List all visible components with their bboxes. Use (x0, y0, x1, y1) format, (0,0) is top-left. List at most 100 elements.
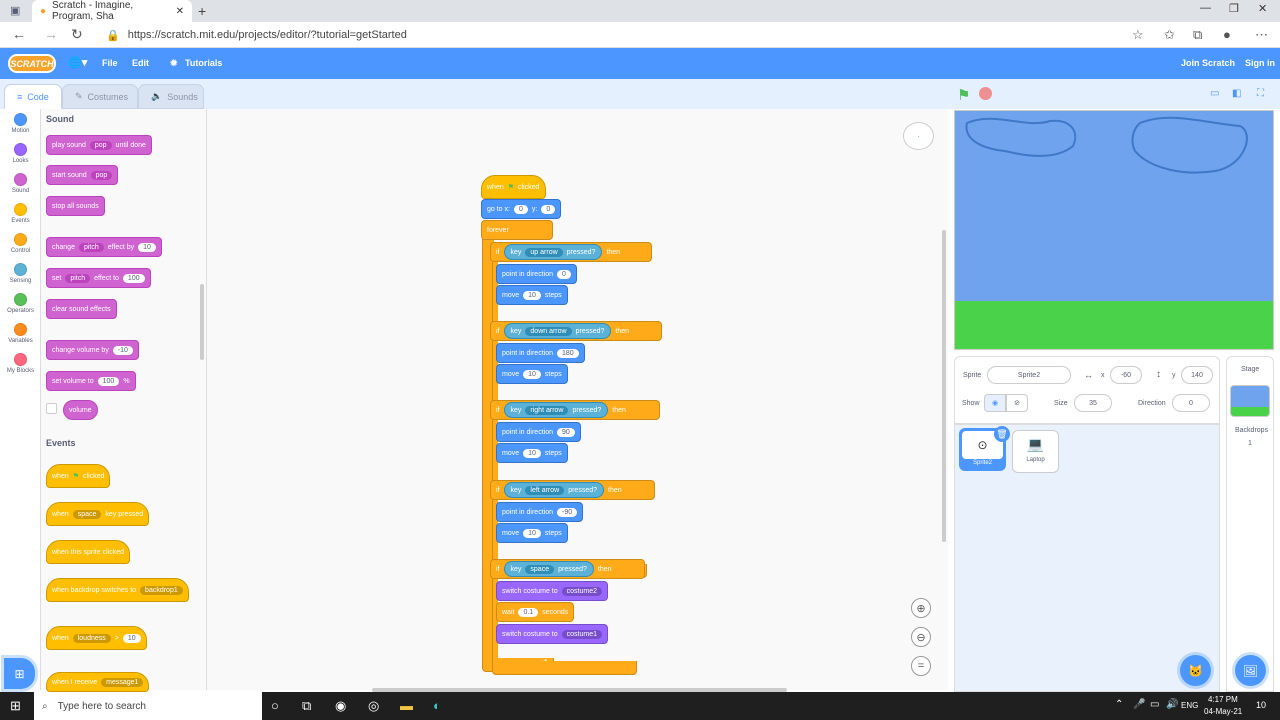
key-pressed-sensing-block[interactable]: key down arrow pressed? (503, 323, 612, 339)
windows-start-icon[interactable]: ⊞ (10, 698, 21, 714)
chrome-icon[interactable]: ◉ (335, 698, 346, 714)
key-pressed-sensing-block[interactable]: key space pressed? (503, 561, 594, 577)
point-in-direction-block[interactable]: point in direction -90 (496, 502, 584, 522)
steps-input[interactable]: 10 (523, 290, 541, 300)
small-stage-icon[interactable]: ▭ (1210, 88, 1219, 99)
battery-icon[interactable]: ▭ (1150, 699, 1159, 710)
sprite-direction-input[interactable]: 0 (1172, 394, 1210, 412)
tab-costumes[interactable]: ✎ Costumes (62, 84, 138, 109)
key-pressed-sensing-block[interactable]: key up arrow pressed? (503, 244, 603, 260)
key-dropdown[interactable]: left arrow (525, 485, 565, 495)
stage-canvas[interactable] (954, 110, 1274, 350)
category-my-blocks[interactable]: My Blocks (0, 353, 41, 374)
point-in-direction-block[interactable]: point in direction 180 (496, 343, 585, 363)
notification-count[interactable]: 10 (1256, 700, 1266, 710)
if-block[interactable]: if key right arrow pressed? then (490, 400, 660, 420)
choose-sprite-icon[interactable]: 🐱 (1180, 655, 1211, 686)
start-sound-block[interactable]: start sound pop (46, 165, 119, 185)
key-dropdown[interactable]: up arrow (525, 247, 563, 257)
steps-input[interactable]: 10 (523, 448, 541, 458)
tab-code[interactable]: ≡ Code (4, 84, 62, 109)
key-dropdown[interactable]: down arrow (525, 326, 572, 336)
direction-input[interactable]: 90 (556, 427, 575, 437)
costume-dropdown[interactable]: costume2 (561, 586, 602, 596)
play-sound-until-done-block[interactable]: play sound pop until done (46, 135, 152, 155)
volume-reporter[interactable]: volume (63, 400, 98, 420)
zoom-out-icon[interactable]: ⊖ (911, 627, 931, 647)
favorite-add-icon[interactable]: ☆ (1132, 27, 1144, 43)
edge-icon[interactable]: ◐ (433, 698, 441, 713)
set-volume-block[interactable]: set volume to 100% (46, 371, 136, 391)
clock-time[interactable]: 4:17 PM (1208, 695, 1238, 704)
collections-icon[interactable]: ⧉ (1193, 27, 1202, 43)
when-flag-clicked-hat[interactable]: when ⚑ clicked (481, 175, 546, 199)
cortana-icon[interactable]: ○ (271, 698, 279, 713)
zoom-in-icon[interactable]: ⊕ (911, 598, 931, 618)
key-dropdown[interactable]: space (525, 564, 555, 574)
green-flag-icon[interactable]: ⚑ (957, 86, 970, 104)
steps-input[interactable]: 10 (523, 528, 541, 538)
sensor-dropdown[interactable]: loudness (72, 633, 111, 643)
point-in-direction-block[interactable]: point in direction 90 (496, 422, 581, 442)
show-hidden-icon[interactable]: ⊘ (1006, 394, 1028, 412)
backdrop-dropdown[interactable]: backdrop1 (140, 585, 183, 595)
language-indicator[interactable]: ENG (1181, 701, 1198, 710)
switch-costume-block[interactable]: switch costume to costume1 (496, 624, 608, 644)
if-block[interactable]: if key left arrow pressed? then (490, 480, 655, 500)
number-input[interactable]: 100 (122, 273, 145, 283)
task-view-icon[interactable]: ⧉ (302, 698, 311, 714)
when-key-pressed-block[interactable]: when space key pressed (46, 502, 150, 526)
steps-input[interactable]: 10 (523, 369, 541, 379)
switch-costume-block[interactable]: switch costume to costume2 (496, 581, 608, 601)
stage-thumbnail[interactable] (1230, 385, 1270, 417)
direction-input[interactable]: 0 (556, 269, 571, 279)
point-in-direction-block[interactable]: point in direction 0 (496, 264, 577, 284)
effect-dropdown[interactable]: pitch (78, 242, 104, 252)
number-input[interactable]: 10 (138, 242, 156, 252)
x-input[interactable]: 0 (513, 204, 528, 214)
profile-icon[interactable]: ● (1223, 27, 1231, 42)
move-steps-block[interactable]: move 10 steps (496, 443, 568, 463)
volume-icon[interactable]: 🔊 (1166, 699, 1178, 710)
move-steps-block[interactable]: move 10 steps (496, 364, 568, 384)
key-dropdown[interactable]: right arrow (525, 405, 569, 415)
set-effect-block[interactable]: set pitch effect to 100 (46, 268, 151, 288)
sign-in-link[interactable]: Sign in (1245, 58, 1275, 68)
tab-sounds[interactable]: 🔈 Sounds (138, 84, 204, 109)
when-i-receive-block[interactable]: when I receive message1 (46, 672, 150, 692)
sprite-size-input[interactable]: 35 (1074, 394, 1112, 412)
url-field[interactable]: 🔒 https://scratch.mit.edu/projects/edito… (106, 25, 1136, 45)
category-looks[interactable]: Looks (0, 143, 41, 164)
direction-input[interactable]: 180 (556, 348, 579, 358)
category-motion[interactable]: Motion (0, 113, 41, 134)
sound-dropdown[interactable]: pop (89, 140, 112, 150)
clear-sound-effects-block[interactable]: clear sound effects (46, 299, 117, 319)
language-globe-icon[interactable]: 🌐▾ (68, 56, 87, 69)
category-variables[interactable]: Variables (0, 323, 41, 344)
minimize-icon[interactable]: — (1200, 2, 1211, 14)
zoom-reset-icon[interactable]: = (911, 656, 931, 676)
back-icon[interactable]: ← (12, 26, 26, 42)
change-effect-block[interactable]: change pitch effect by 10 (46, 237, 162, 257)
direction-input[interactable]: -90 (556, 507, 578, 517)
number-input[interactable]: 10 (122, 633, 141, 643)
number-input[interactable]: 100 (97, 376, 120, 386)
costume-dropdown[interactable]: costume1 (561, 629, 602, 639)
stop-all-sounds-block[interactable]: stop all sounds (46, 196, 105, 216)
favorites-icon[interactable]: ✩ (1164, 27, 1175, 43)
y-input[interactable]: 0 (541, 204, 556, 214)
effect-dropdown[interactable]: pitch (65, 273, 91, 283)
sound-dropdown[interactable]: pop (90, 170, 113, 180)
choose-backdrop-icon[interactable]: 🖼 (1235, 655, 1266, 686)
if-block[interactable]: if key down arrow pressed? then (490, 321, 662, 341)
close-window-icon[interactable]: ✕ (1258, 2, 1267, 15)
sprite-name-input[interactable]: Sprite2 (987, 366, 1071, 384)
wait-input[interactable]: 0.1 (518, 607, 539, 617)
window-menu-icon[interactable]: ▣ (10, 4, 20, 17)
move-steps-block[interactable]: move 10 steps (496, 285, 568, 305)
when-sprite-clicked-block[interactable]: when this sprite clicked (46, 540, 130, 564)
show-visible-icon[interactable]: ◉ (984, 394, 1006, 412)
tutorials-menu[interactable]: Tutorials (185, 58, 222, 68)
file-explorer-icon[interactable]: ▬ (400, 698, 413, 713)
sprite-x-input[interactable]: -60 (1110, 366, 1142, 384)
